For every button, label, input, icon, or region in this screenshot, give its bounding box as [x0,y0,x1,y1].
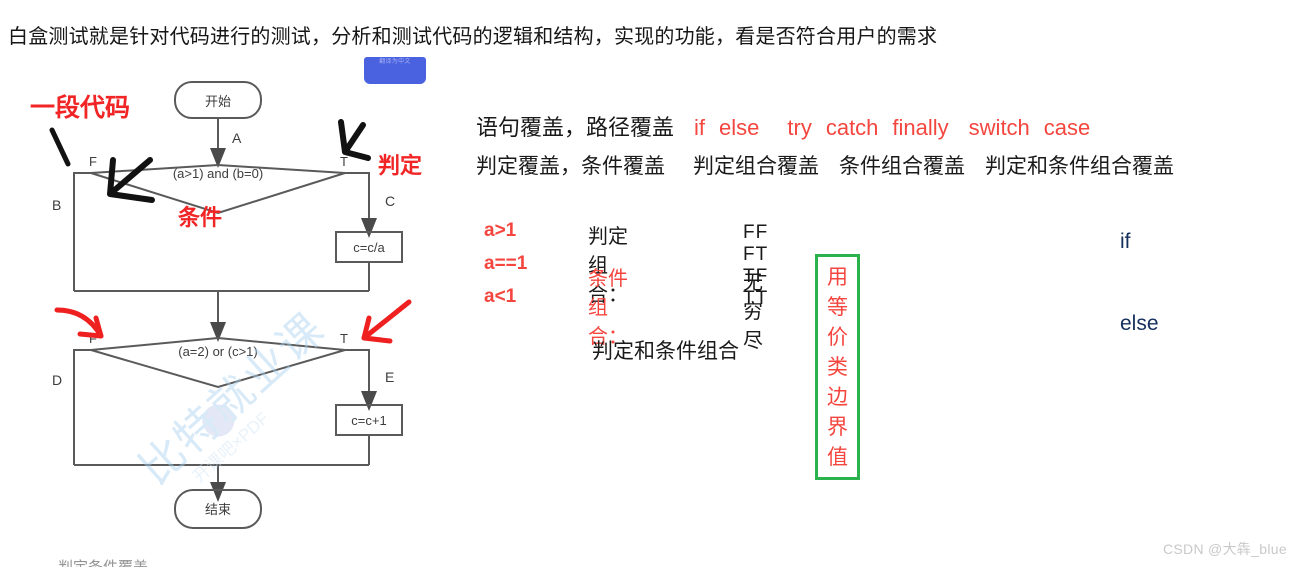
flow-d1-true-label: T [340,154,348,169]
keyword-case: case [1043,115,1091,140]
keyword-switch: switch [968,115,1030,140]
coverage-decision-combination: 判定组合覆盖 [693,155,819,178]
flow-edge-d-label: D [52,372,62,388]
annotation-code-segment: 一段代码 [30,94,131,122]
flow-decision1-label: (a>1) and (b=0) [173,166,263,181]
keyword-if: if [694,115,706,140]
flow-edge-b-label: B [52,197,61,213]
flow-start-label: 开始 [205,94,231,109]
coverage-line1-cn: 语句覆盖，路径覆盖 [476,115,675,140]
bit-ff: FF [743,222,769,243]
keyword-else: else [719,115,760,140]
csdn-watermark: CSDN @大犇_blue [1163,541,1287,557]
judgement-and-condition-combination-label: 判定和条件组合 [592,340,739,363]
flow-edge-c-label: C [385,193,395,209]
bit-ft: FT [743,244,769,265]
condition-a-gt-1: a>1 [484,220,517,241]
black-slash-mark [49,127,71,167]
flow-d1-false-label: F [89,154,97,169]
coverage-decision-condition: 判定覆盖，条件覆盖 [476,155,665,178]
infinite-label: 无穷尽 [743,272,763,352]
equivalence-boundary-highlight-box: 用等价类 边界值 [815,254,860,480]
flow-end-label: 结束 [205,502,231,517]
page-title: 白盒测试就是针对代码进行的测试，分析和测试代码的逻辑和结构，实现的功能，看是否符… [8,26,938,48]
black-arrow-to-true-branch [338,119,371,161]
flow-d2-true-label: T [340,331,348,346]
flow-process2-label: c=c+1 [351,413,386,428]
condition-value-list: a>1 a==1 a<1 [484,214,527,313]
flow-edge-a-label: A [232,130,242,146]
condition-a-lt-1: a<1 [484,286,517,307]
flow-edge-e-label: E [385,369,394,385]
annotation-judgement: 判定 [378,153,423,178]
branch-label-else: else [1120,312,1159,335]
coverage-decision-and-condition-combination: 判定和条件组合覆盖 [985,155,1174,178]
keyword-catch: catch [825,115,879,140]
bottom-cut-off-text: 判定条件覆盖 [58,556,148,567]
flow-process1-label: c=c/a [353,240,385,255]
keyword-finally: finally [892,115,949,140]
branch-label-if: if [1120,230,1131,253]
condition-a-eq-1: a==1 [484,253,528,274]
coverage-condition-combination: 条件组合覆盖 [839,155,965,178]
annotation-condition: 条件 [178,205,223,230]
keyword-try: try [787,115,812,140]
coverage-line-1: 语句覆盖，路径覆盖 if else try catch finally switch case [476,110,1090,142]
white-box-testing-flowchart: 开始 (a>1) and (b=0) c=c/a (a=2) or (c>1) … [0,60,470,560]
flow-decision2-label: (a=2) or (c>1) [178,344,257,359]
coverage-line-2: 判定覆盖，条件覆盖 判定组合覆盖 条件组合覆盖 判定和条件组合覆盖 [476,150,1174,180]
